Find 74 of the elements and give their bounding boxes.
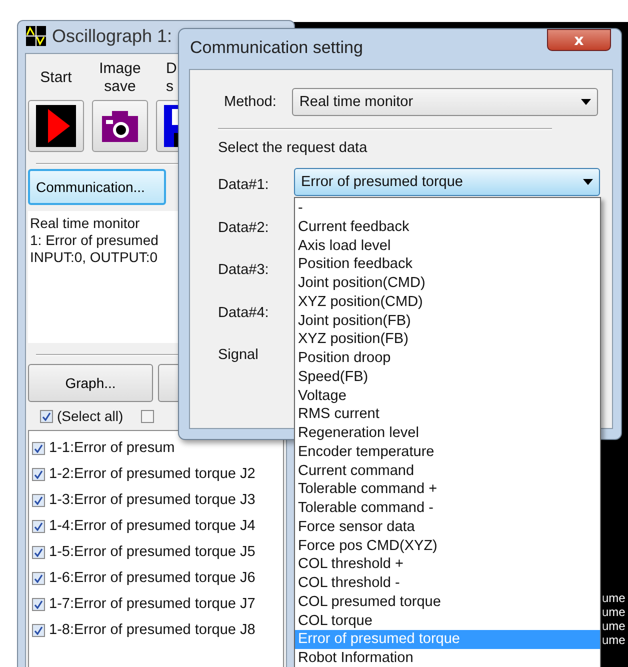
info-text: INPUT:0, OUTPUT:0 (30, 249, 158, 266)
dropdown-option[interactable]: COL threshold - (295, 574, 600, 593)
checkmark-icon (34, 626, 43, 634)
partial-text: ume (602, 605, 626, 619)
dropdown-option[interactable]: XYZ position(FB) (295, 330, 600, 349)
start-button[interactable] (28, 100, 84, 152)
channel-checkbox[interactable]: 1-4:Error of presumed torque J4 (29, 513, 283, 539)
data-label: Data#4: (218, 304, 269, 323)
checkmark-icon (34, 548, 43, 556)
dropdown-option[interactable]: Current feedback (295, 218, 600, 236)
checkmark-icon (34, 574, 43, 582)
dropdown-option[interactable]: Voltage (295, 386, 600, 406)
tool-label: Image save (99, 59, 141, 97)
channel-checkbox[interactable]: 1-7:Error of presumed torque J7 (29, 591, 283, 617)
dropdown-option[interactable]: Position feedback (295, 255, 600, 274)
dropdown-option[interactable]: Robot Information (295, 649, 600, 667)
play-icon (36, 105, 76, 147)
communication-button[interactable]: Communication... (28, 169, 166, 205)
caret-icon (583, 179, 593, 185)
method-label: Method: (223, 94, 276, 110)
image-save-button[interactable] (92, 100, 148, 152)
partial-text: ume (602, 619, 626, 633)
dropdown-option[interactable]: COL presumed torque (295, 592, 600, 612)
dropdown-option[interactable]: COL threshold + (295, 555, 600, 574)
close-button[interactable]: x (547, 29, 611, 51)
dropdown-option[interactable]: RMS current (295, 405, 600, 424)
checkmark-icon (34, 600, 43, 608)
dropdown-option[interactable]: Position droop (295, 349, 600, 368)
dropdown-option[interactable]: Regeneration level (295, 424, 600, 443)
graph-button[interactable]: Graph... (28, 364, 153, 402)
section-label: Select the request data (218, 140, 368, 156)
window-title: Oscillograph 1: (52, 26, 172, 46)
info-text: 1: Error of presumed (30, 232, 158, 249)
camera-icon (102, 110, 138, 142)
tool-label: Start (40, 68, 72, 88)
dropdown-option[interactable]: Tolerable command - (295, 499, 600, 518)
checkmark-icon (34, 522, 43, 530)
tool-label: D s (166, 59, 177, 97)
channel-checkbox[interactable]: 1-8:Error of presumed torque J8 (29, 617, 283, 643)
checkbox[interactable] (141, 410, 154, 422)
caret-icon (581, 99, 592, 105)
dropdown-option[interactable]: XYZ position(CMD) (295, 292, 600, 312)
partial-text: ume (602, 633, 626, 647)
info-text: Real time monitor (30, 215, 140, 232)
dropdown-option[interactable]: Tolerable command + (295, 480, 600, 499)
dropdown-option[interactable]: - (295, 199, 600, 218)
dialog-title: Communication setting (190, 38, 363, 58)
method-dropdown[interactable]: Real time monitor (292, 88, 598, 116)
checkmark-icon (34, 496, 43, 504)
data-dropdown[interactable]: Error of presumed torque (294, 168, 600, 196)
data-label: Data#2: (218, 218, 269, 238)
dropdown-option[interactable]: Force pos CMD(XYZ) (295, 536, 600, 556)
dropdown-option[interactable]: Speed(FB) (295, 368, 600, 386)
data-label: Data#3: (218, 261, 269, 280)
dropdown-option[interactable]: COL torque (295, 612, 600, 630)
dropdown-option[interactable]: Axis load level (295, 236, 600, 256)
channel-checkbox[interactable]: 1-1:Error of presum (29, 435, 283, 461)
checkmark-icon (34, 470, 43, 478)
checkmark-icon (42, 412, 51, 420)
dropdown-option[interactable]: Current command (295, 462, 600, 480)
data-label: Data#1: (218, 176, 269, 196)
dropdown-option[interactable]: Joint position(CMD) (295, 274, 600, 293)
channel-checkbox[interactable]: 1-2:Error of presumed torque J2 (29, 461, 283, 487)
channel-checkbox[interactable]: 1-3:Error of presumed torque J3 (29, 487, 283, 513)
select-all-checkbox[interactable]: (Select all) (40, 408, 124, 424)
data-label: Signal (218, 346, 258, 366)
channel-checkbox[interactable]: 1-6:Error of presumed torque J6 (29, 565, 283, 591)
dropdown-option[interactable]: Force sensor data (295, 518, 600, 536)
dropdown-option[interactable]: Encoder temperature (295, 442, 600, 462)
partial-text: ume (602, 591, 626, 605)
dropdown-option[interactable]: Joint position(FB) (295, 312, 600, 330)
checkmark-icon (34, 444, 43, 452)
waveform-icon (26, 26, 46, 46)
channel-checkbox[interactable]: 1-5:Error of presumed torque J5 (29, 539, 283, 565)
